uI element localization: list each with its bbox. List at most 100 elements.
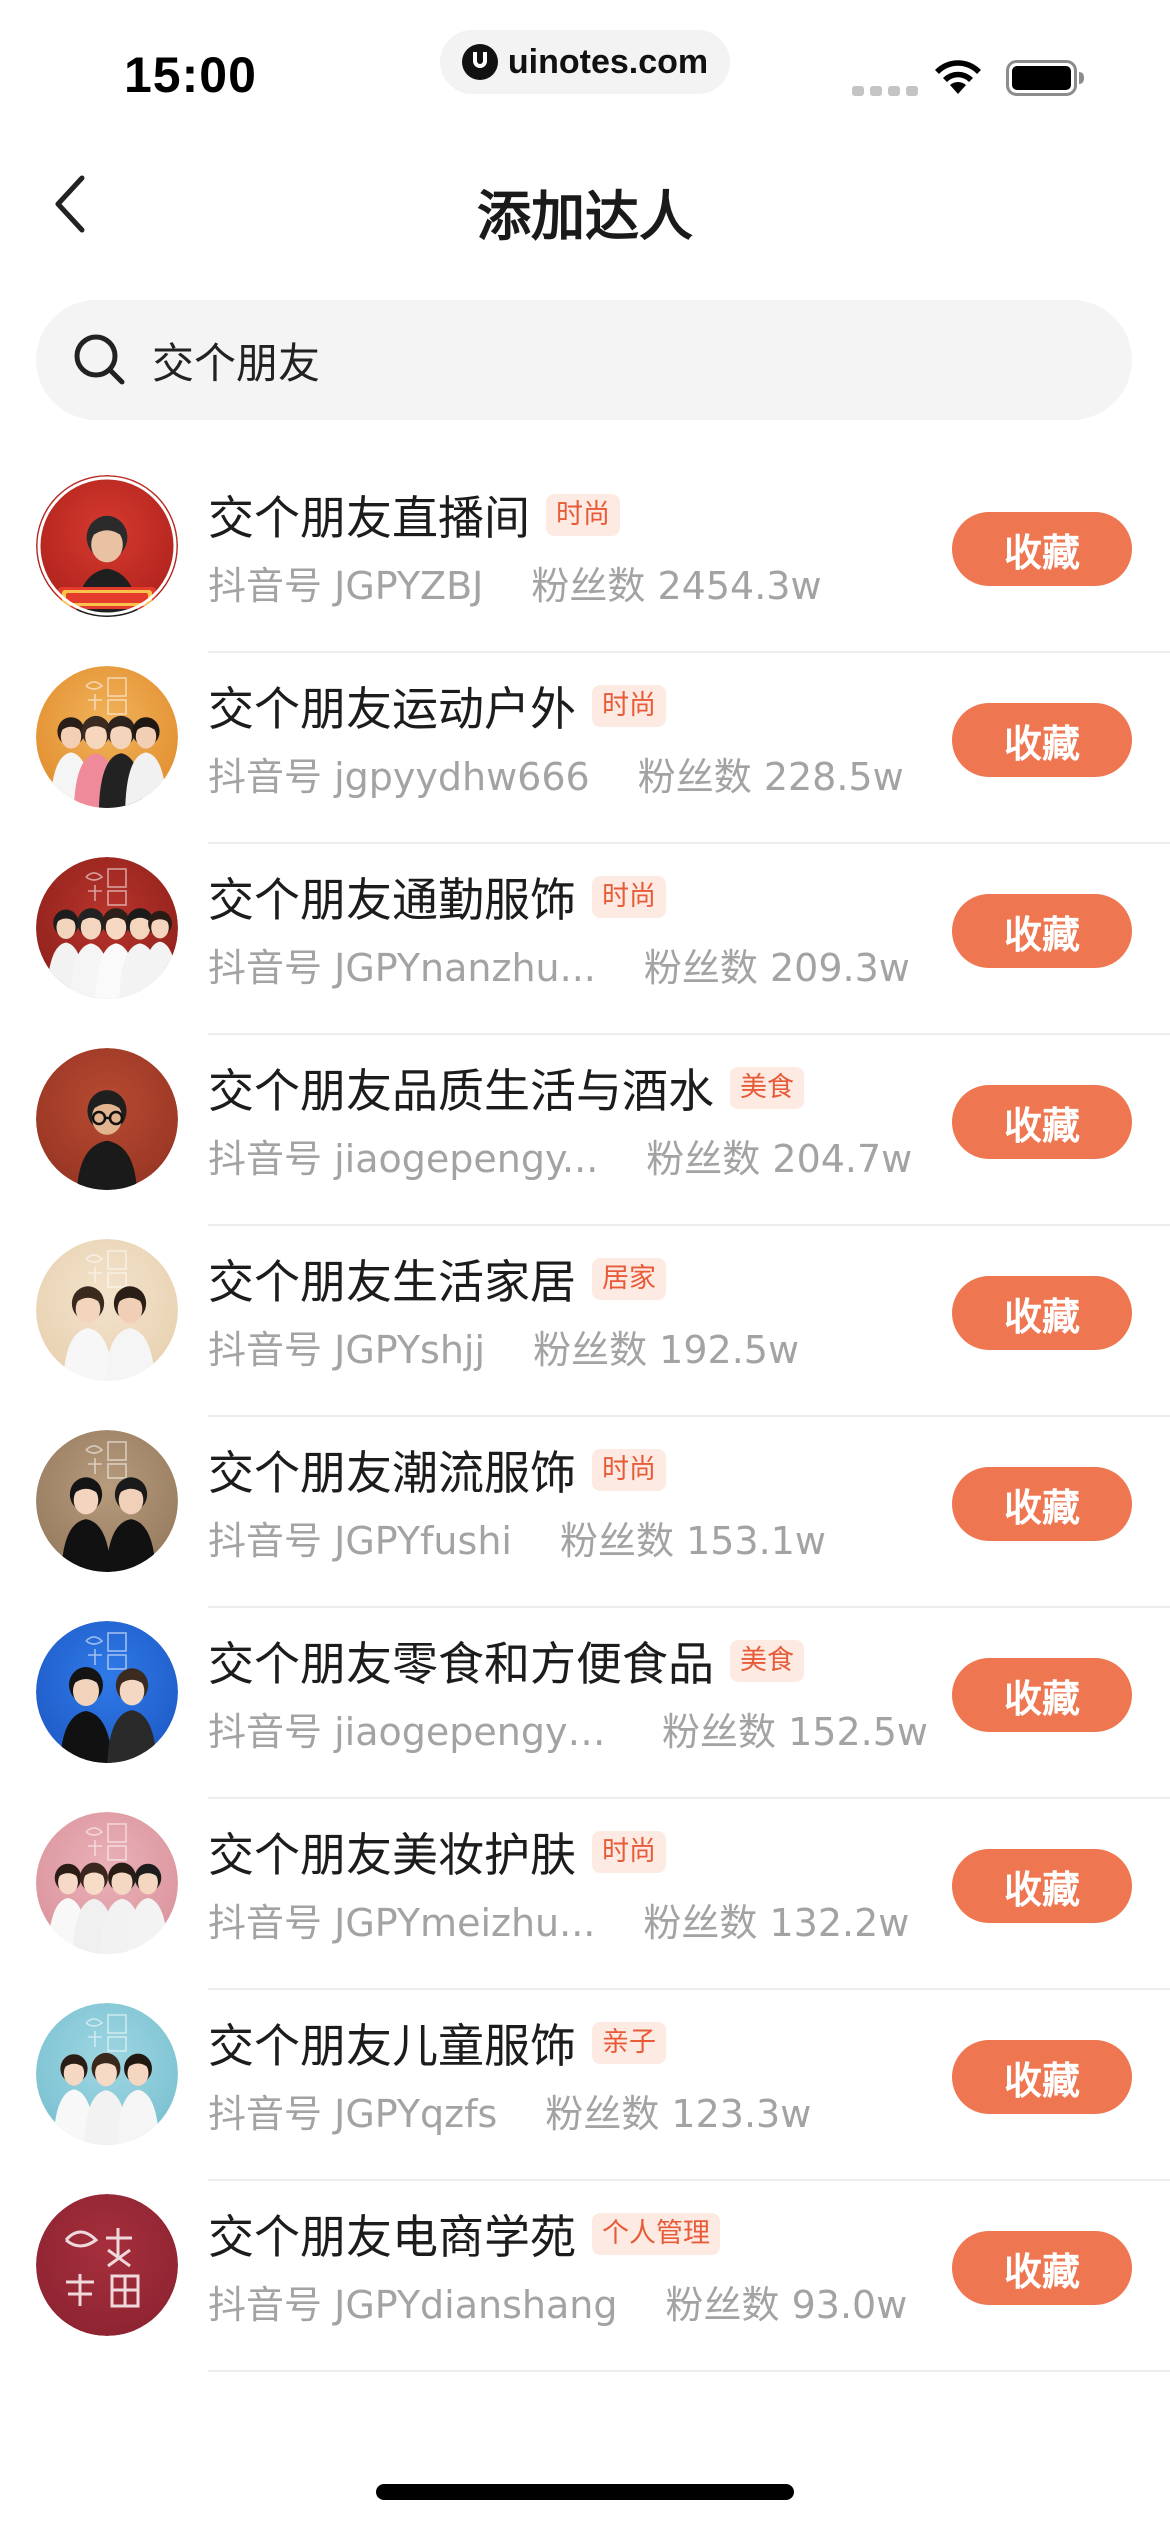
- fans-count-value: 228.5w: [763, 754, 904, 799]
- item-info: 交个朋友零食和方便食品 美食 抖音号 jiaogepengyo... 粉丝数 1…: [208, 1628, 928, 1756]
- search-input[interactable]: [150, 334, 1054, 386]
- avatar[interactable]: [36, 666, 178, 808]
- avatar[interactable]: [36, 1430, 178, 1572]
- meta-line: 抖音号 JGPYdianshang 粉丝数 93.0w: [208, 2273, 928, 2329]
- list-item[interactable]: 交个朋友生活家居 居家 抖音号 JGPYshjj 粉丝数 192.5w 收藏: [0, 1226, 1170, 1417]
- list-item[interactable]: 交个朋友美妆护肤 时尚 抖音号 JGPYmeizhu... 粉丝数 132.2w…: [0, 1799, 1170, 1990]
- category-tag: 居家: [592, 1258, 666, 1300]
- avatar[interactable]: [36, 1239, 178, 1381]
- fans-count-label: 粉丝数: [531, 563, 646, 608]
- douyin-id-label: 抖音号: [208, 563, 323, 608]
- list-item[interactable]: 交个朋友直播间 时尚 抖音号 JGPYZBJ 粉丝数 2454.3w 收藏: [0, 462, 1170, 653]
- item-info: 交个朋友通勤服饰 时尚 抖音号 JGPYnanzhu... 粉丝数 209.3w: [208, 864, 928, 992]
- fans-count-value: 204.7w: [772, 1136, 913, 1181]
- douyin-id: 抖音号 jiaogepengyo...: [208, 1701, 614, 1756]
- fans-count-label: 粉丝数: [559, 1518, 674, 1563]
- douyin-id-label: 抖音号: [208, 1709, 323, 1754]
- list-item[interactable]: 交个朋友品质生活与酒水 美食 抖音号 jiaogepengy... 粉丝数 20…: [0, 1035, 1170, 1226]
- fans-count-value: 123.3w: [671, 2091, 812, 2136]
- name-line: 交个朋友通勤服饰 时尚: [208, 864, 928, 930]
- item-info: 交个朋友生活家居 居家 抖音号 JGPYshjj 粉丝数 192.5w: [208, 1246, 928, 1374]
- collect-button[interactable]: 收藏: [952, 1467, 1132, 1541]
- douyin-id: 抖音号 JGPYqzfs: [208, 2083, 497, 2138]
- fans-count-value: 132.2w: [769, 1900, 910, 1945]
- list-item[interactable]: 交个朋友通勤服饰 时尚 抖音号 JGPYnanzhu... 粉丝数 209.3w…: [0, 844, 1170, 1035]
- fans-count-value: 209.3w: [769, 945, 910, 990]
- category-tag: 时尚: [592, 1449, 666, 1491]
- douyin-id: 抖音号 JGPYfushi: [208, 1510, 512, 1565]
- item-info: 交个朋友运动户外 时尚 抖音号 jgpyydhw666 粉丝数 228.5w: [208, 673, 928, 801]
- collect-button[interactable]: 收藏: [952, 1085, 1132, 1159]
- avatar[interactable]: [36, 857, 178, 999]
- douyin-id-label: 抖音号: [208, 1900, 323, 1945]
- category-tag: 时尚: [592, 685, 666, 727]
- list-item[interactable]: 交个朋友儿童服饰 亲子 抖音号 JGPYqzfs 粉丝数 123.3w 收藏: [0, 1990, 1170, 2181]
- search-bar[interactable]: [36, 300, 1132, 420]
- douyin-id: 抖音号 JGPYZBJ: [208, 555, 483, 610]
- collect-button[interactable]: 收藏: [952, 512, 1132, 586]
- fans-count: 粉丝数 93.0w: [665, 2274, 907, 2329]
- name-line: 交个朋友儿童服饰 亲子: [208, 2010, 928, 2076]
- avatar[interactable]: [36, 1048, 178, 1190]
- item-info: 交个朋友直播间 时尚 抖音号 JGPYZBJ 粉丝数 2454.3w: [208, 482, 928, 610]
- douyin-id-value: JGPYnanzhu...: [334, 945, 596, 990]
- influencer-name: 交个朋友运动户外: [208, 682, 576, 736]
- home-indicator[interactable]: [376, 2484, 794, 2500]
- url-text: uinotes.com: [507, 42, 709, 81]
- fans-count: 粉丝数 204.7w: [646, 1128, 912, 1183]
- meta-line: 抖音号 JGPYmeizhu... 粉丝数 132.2w: [208, 1891, 928, 1947]
- search-icon: [74, 334, 125, 385]
- douyin-id-value: JGPYmeizhu...: [334, 1900, 596, 1945]
- influencer-name: 交个朋友通勤服饰: [208, 873, 576, 927]
- fans-count-value: 152.5w: [788, 1709, 928, 1754]
- influencer-name: 交个朋友儿童服饰: [208, 2019, 576, 2073]
- influencer-name: 交个朋友生活家居: [208, 1255, 576, 1309]
- avatar[interactable]: [36, 1812, 178, 1954]
- avatar[interactable]: [36, 475, 178, 617]
- fans-count-label: 粉丝数: [646, 1136, 761, 1181]
- category-tag: 美食: [730, 1640, 804, 1682]
- douyin-id-value: jiaogepengy...: [334, 1136, 599, 1181]
- category-tag: 时尚: [592, 876, 666, 918]
- collect-button[interactable]: 收藏: [952, 1849, 1132, 1923]
- site-logo-icon: [461, 44, 498, 80]
- avatar[interactable]: [36, 2194, 178, 2336]
- meta-line: 抖音号 jgpyydhw666 粉丝数 228.5w: [208, 745, 928, 801]
- collect-button[interactable]: 收藏: [952, 894, 1132, 968]
- list-item[interactable]: 交个朋友电商学苑 个人管理 抖音号 JGPYdianshang 粉丝数 93.0…: [0, 2181, 1170, 2372]
- douyin-id-label: 抖音号: [208, 2091, 323, 2136]
- douyin-id-label: 抖音号: [208, 1136, 323, 1181]
- result-list: 交个朋友直播间 时尚 抖音号 JGPYZBJ 粉丝数 2454.3w 收藏 交个…: [0, 462, 1170, 2372]
- list-item[interactable]: 交个朋友潮流服饰 时尚 抖音号 JGPYfushi 粉丝数 153.1w 收藏: [0, 1417, 1170, 1608]
- influencer-name: 交个朋友潮流服饰: [208, 1446, 576, 1500]
- influencer-name: 交个朋友电商学苑: [208, 2210, 576, 2264]
- item-info: 交个朋友电商学苑 个人管理 抖音号 JGPYdianshang 粉丝数 93.0…: [208, 2201, 928, 2329]
- meta-line: 抖音号 JGPYfushi 粉丝数 153.1w: [208, 1509, 928, 1565]
- influencer-name: 交个朋友零食和方便食品: [208, 1637, 714, 1691]
- name-line: 交个朋友电商学苑 个人管理: [208, 2201, 928, 2267]
- collect-button[interactable]: 收藏: [952, 2040, 1132, 2114]
- collect-button[interactable]: 收藏: [952, 1658, 1132, 1732]
- collect-button[interactable]: 收藏: [952, 2231, 1132, 2305]
- item-info: 交个朋友品质生活与酒水 美食 抖音号 jiaogepengy... 粉丝数 20…: [208, 1055, 928, 1183]
- fans-count-label: 粉丝数: [662, 1709, 777, 1754]
- douyin-id-value: JGPYshjj: [334, 1327, 486, 1372]
- category-tag: 个人管理: [592, 2213, 720, 2255]
- url-pill[interactable]: uinotes.com: [440, 30, 730, 94]
- meta-line: 抖音号 JGPYnanzhu... 粉丝数 209.3w: [208, 936, 928, 992]
- avatar[interactable]: [36, 2003, 178, 2145]
- collect-button[interactable]: 收藏: [952, 1276, 1132, 1350]
- collect-button[interactable]: 收藏: [952, 703, 1132, 777]
- influencer-name: 交个朋友美妆护肤: [208, 1828, 576, 1882]
- douyin-id-value: jgpyydhw666: [334, 754, 590, 799]
- avatar[interactable]: [36, 1621, 178, 1763]
- list-item[interactable]: 交个朋友零食和方便食品 美食 抖音号 jiaogepengyo... 粉丝数 1…: [0, 1608, 1170, 1799]
- meta-line: 抖音号 JGPYZBJ 粉丝数 2454.3w: [208, 554, 928, 610]
- item-info: 交个朋友美妆护肤 时尚 抖音号 JGPYmeizhu... 粉丝数 132.2w: [208, 1819, 928, 1947]
- divider: [208, 2370, 1170, 2372]
- name-line: 交个朋友美妆护肤 时尚: [208, 1819, 928, 1885]
- fans-count-label: 粉丝数: [643, 945, 758, 990]
- meta-line: 抖音号 jiaogepengy... 粉丝数 204.7w: [208, 1127, 928, 1183]
- list-item[interactable]: 交个朋友运动户外 时尚 抖音号 jgpyydhw666 粉丝数 228.5w 收…: [0, 653, 1170, 844]
- fans-count-label: 粉丝数: [545, 2091, 660, 2136]
